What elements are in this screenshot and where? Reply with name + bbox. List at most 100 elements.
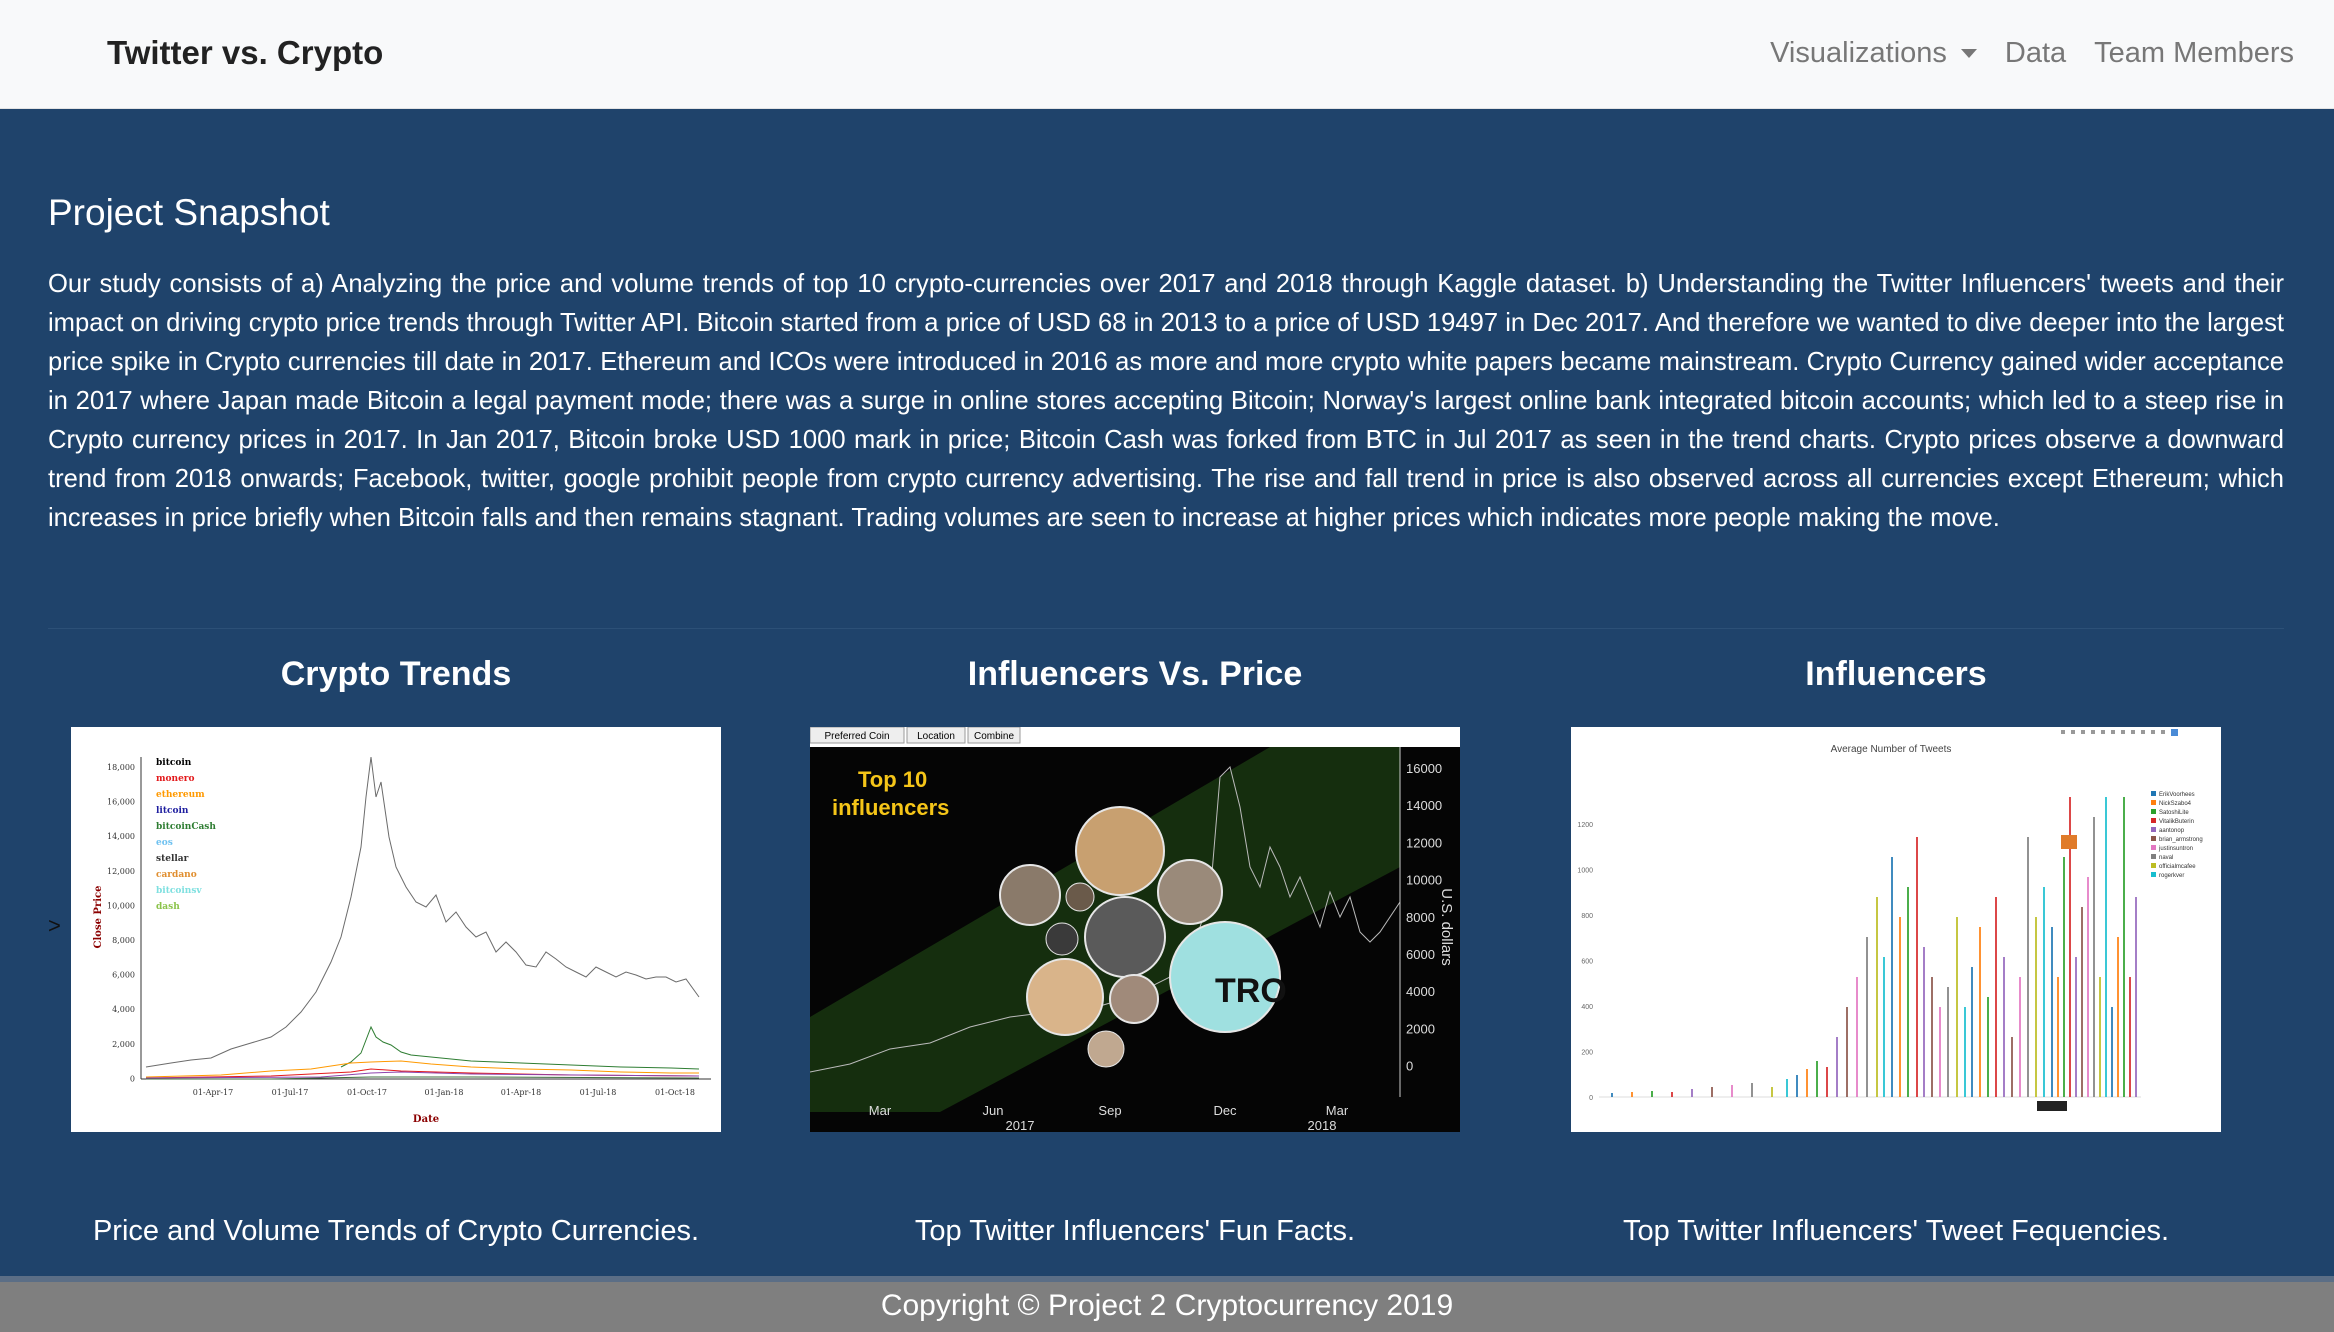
bar-mark <box>1939 1007 1941 1097</box>
y-tick-label: 16000 <box>1406 761 1442 776</box>
card-caption: Price and Volume Trends of Crypto Curren… <box>92 1215 700 1247</box>
legend-swatch <box>2151 836 2156 841</box>
chart-heading: influencers <box>832 795 949 820</box>
crypto-trends-thumbnail[interactable]: 18,000 16,000 14,000 12,000 10,000 8,000 6,000… <box>71 727 721 1132</box>
x-tick-label: Mar <box>869 1103 892 1118</box>
snapshot-description: Our study consists of a) Analyzing the p… <box>48 270 2284 532</box>
y-tick-label: 10000 <box>1406 873 1442 888</box>
bar-mark <box>1947 987 1949 1097</box>
y-tick-label: 400 <box>1581 1004 1593 1011</box>
bar-mark <box>2057 977 2059 1097</box>
legend-item: litcoin <box>156 806 189 816</box>
navbar: Twitter vs. Crypto Visualizations Data T… <box>0 0 2334 109</box>
x-axis-label: Date <box>413 1114 439 1125</box>
x-tick-label: Jun <box>983 1103 1004 1118</box>
tab-button-label: Combine <box>974 731 1014 742</box>
x-tick-label: 01-Oct-18 <box>655 1088 695 1097</box>
bar-mark <box>1796 1075 1798 1097</box>
legend-item: justinsuntron <box>2158 846 2193 852</box>
y-tick-label: 0 <box>130 1074 135 1083</box>
legend-swatch <box>2151 809 2156 814</box>
x-year-label: 2018 <box>1308 1118 1337 1132</box>
bar-mark <box>2105 797 2107 1097</box>
bar-mark <box>2135 897 2137 1097</box>
y-tick-label: 10,000 <box>107 901 135 910</box>
influencer-avatar <box>1109 974 1159 1024</box>
legend-swatch <box>2151 863 2156 868</box>
brand-link[interactable]: Twitter vs. Crypto <box>107 34 383 72</box>
y-tick-label: 1000 <box>1577 868 1593 875</box>
crypto-trends-chart-image: 18,000 16,000 14,000 12,000 10,000 8,000 6,000… <box>71 727 721 1132</box>
y-tick-label: 0 <box>1589 1095 1593 1102</box>
tab-button-label: Location <box>917 731 955 742</box>
bar-mark <box>2003 957 2005 1097</box>
bar-mark <box>2063 857 2065 1097</box>
y-tick-label: 6000 <box>1406 947 1435 962</box>
bar-mark <box>1731 1085 1733 1097</box>
y-tick-label: 12000 <box>1406 835 1442 850</box>
legend-item: bitcoinCash <box>156 822 216 832</box>
y-tick-label: 800 <box>1581 913 1593 920</box>
legend-swatch <box>2151 827 2156 832</box>
bar-mark <box>2129 977 2131 1097</box>
bar-mark <box>1631 1092 1633 1097</box>
card-title: Influencers <box>1805 655 1987 693</box>
chart-title: Average Number of Tweets <box>1831 744 1952 755</box>
footer: Copyright © Project 2 Cryptocurrency 201… <box>0 1276 2334 1332</box>
x-tick-label: 01-Jan-18 <box>425 1088 464 1097</box>
legend-swatch <box>2151 845 2156 850</box>
y-tick-label: 12,000 <box>107 867 135 876</box>
bar-mark <box>1883 957 1885 1097</box>
chart-heading: Top 10 <box>858 767 927 792</box>
x-tick-label: 01-Oct-17 <box>347 1088 387 1097</box>
y-tick-label: 18,000 <box>107 763 135 772</box>
bar-mark <box>1907 887 1909 1097</box>
bar-mark <box>2035 917 2037 1097</box>
influencer-avatar <box>1087 1030 1125 1068</box>
bar-mark <box>1816 1061 1818 1097</box>
x-tick-label: 01-Jul-17 <box>272 1088 309 1097</box>
bar-mark <box>1891 857 1893 1097</box>
legend-item: ethereum <box>156 790 205 800</box>
bar-mark <box>2111 1007 2113 1097</box>
bar-mark <box>1651 1091 1653 1097</box>
copyright-text: Copyright © Project 2 Cryptocurrency 201… <box>880 1289 1454 1322</box>
legend-swatch <box>2151 818 2156 823</box>
legend-item: ErikVoorhees <box>2159 792 2195 798</box>
y-tick-label: 4000 <box>1406 984 1435 999</box>
legend-item: officialmcafee <box>2159 864 2196 870</box>
bar-mark <box>2099 977 2101 1097</box>
influencers-vs-price-thumbnail[interactable]: Preferred Coin Location Combine Top 10 inf… <box>810 727 1460 1132</box>
influencers-bubble-chart-image: Preferred Coin Location Combine Top 10 inf… <box>810 727 1460 1132</box>
card-title: Crypto Trends <box>280 655 512 693</box>
y-tick-label: 600 <box>1581 959 1593 966</box>
bar-mark <box>1979 927 1981 1097</box>
carousel-arrow-icon[interactable]: > <box>48 913 61 939</box>
y-tick-label: 2000 <box>1406 1021 1435 1036</box>
bar-mark <box>1923 947 1925 1097</box>
legend-item: monero <box>156 774 195 784</box>
section-divider <box>48 628 2284 629</box>
y-tick-label: 0 <box>1406 1059 1413 1074</box>
x-tick-label: Sep <box>1098 1103 1121 1118</box>
nav-visualizations-dropdown[interactable]: Visualizations <box>1770 37 1977 70</box>
y-tick-label: 8,000 <box>112 936 135 945</box>
y-tick-label: 6,000 <box>112 971 135 980</box>
bar-mark <box>1916 837 1918 1097</box>
bar-mark <box>2093 817 2095 1097</box>
influencers-thumbnail[interactable]: Average Number of Tweets 1200 1000 800 600 4… <box>1571 727 2221 1132</box>
influencer-avatar <box>1084 896 1166 978</box>
bar-mark <box>2027 837 2029 1097</box>
nav-data-link[interactable]: Data <box>2005 37 2066 70</box>
nav-visualizations-label: Visualizations <box>1770 37 1947 69</box>
nav-team-members-link[interactable]: Team Members <box>2094 37 2294 70</box>
bar-mark <box>1806 1069 1808 1097</box>
bar-mark <box>2123 797 2125 1097</box>
bar-mark <box>1931 977 1933 1097</box>
bar-mark <box>1786 1079 1788 1097</box>
legend-swatch <box>2151 791 2156 796</box>
influencer-avatar <box>1026 958 1104 1036</box>
y-tick-label: 2,000 <box>112 1040 135 1049</box>
legend-item: aantonop <box>2159 828 2185 834</box>
bar-mark <box>2117 937 2119 1097</box>
